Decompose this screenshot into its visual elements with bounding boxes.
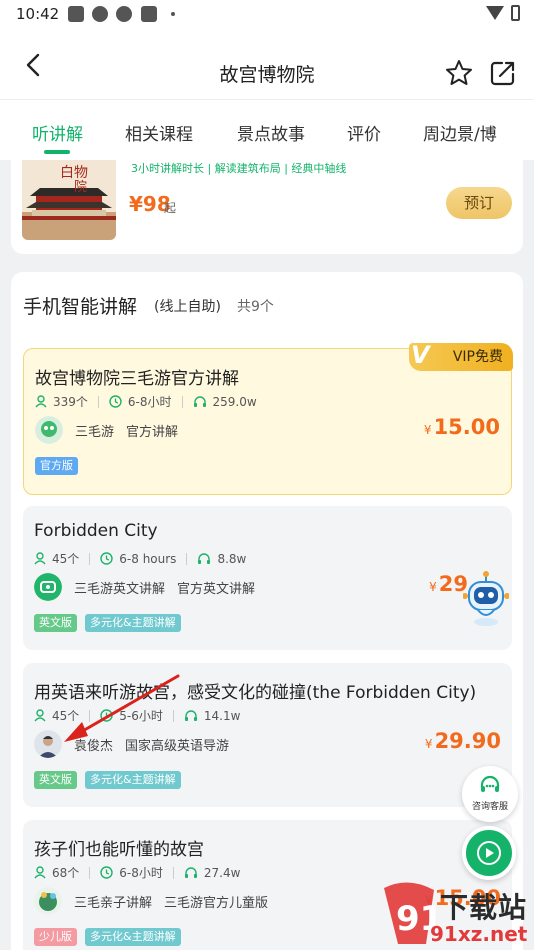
tab-related-courses[interactable]: 相关课程 [125, 120, 193, 145]
tab-nearby[interactable]: 周边景/博 [423, 120, 497, 145]
guide-item[interactable]: V VIP免费 故宫博物院三毛游官方讲解 339个 6-8小时 259.0w 三毛… [23, 341, 513, 495]
author-avatar [34, 573, 62, 601]
notification-icon [68, 6, 84, 22]
author-name: 三毛游 [75, 424, 115, 440]
author-name: 三毛亲子讲解 [74, 895, 153, 911]
user-icon [34, 709, 46, 722]
guide-badges: 官方版 [35, 457, 86, 475]
headphones-icon [198, 553, 211, 564]
image-caption: 院 [74, 180, 88, 195]
guide-badges: 英文版 多元化&主题讲解 [34, 614, 189, 632]
ticket-tagline: 3小时讲解时长 | 解读建筑布局 | 经典中轴线 [131, 162, 347, 175]
theme-badge: 多元化&主题讲解 [85, 928, 181, 946]
play-icon [477, 841, 501, 865]
guide-author: 三毛游英文讲解 官方英文讲解 [34, 572, 255, 602]
tab-bar: 听讲解 相关课程 景点故事 评价 周边景/博 [0, 100, 534, 160]
watermark-url: 91xz.net [430, 922, 528, 946]
customer-service-button[interactable]: 咨询客服 [462, 766, 518, 822]
guide-badges: 少儿版 多元化&主题讲解 [34, 928, 189, 946]
user-icon [35, 395, 47, 408]
audio-guide-section: 手机智能讲解 (线上自助) 共9个 V VIP免费 故宫博物院三毛游官方讲解 33… [11, 272, 523, 950]
customer-service-label: 咨询客服 [471, 802, 508, 812]
theme-badge: 多元化&主题讲解 [85, 614, 181, 632]
tab-reviews[interactable]: 评价 [347, 120, 381, 145]
headphones-icon [193, 396, 206, 407]
author-description: 官方英文讲解 [177, 581, 256, 597]
guide-meta: 68个 6-8小时 27.4w [34, 864, 240, 881]
section-title: 手机智能讲解 [23, 296, 138, 318]
edition-badge: 官方版 [35, 457, 78, 475]
edition-badge: 英文版 [34, 771, 77, 789]
guide-meta: 45个 6-8 hours 8.8w [34, 550, 246, 567]
annotation-arrow-icon [64, 674, 180, 742]
author-avatar [35, 416, 63, 444]
author-description: 官方讲解 [126, 424, 179, 440]
author-avatar [34, 730, 62, 758]
author-description: 三毛游官方儿童版 [164, 895, 269, 911]
guide-title: 孩子们也能听懂的故宫 [34, 840, 204, 860]
edition-badge: 少儿版 [34, 928, 77, 946]
tab-active-indicator [44, 150, 70, 154]
edition-badge: 英文版 [34, 614, 77, 632]
guide-price: ¥15.00 [423, 415, 500, 439]
headset-icon [480, 775, 500, 792]
clock-icon [109, 395, 122, 408]
ticket-card[interactable]: 白物 院 3小时讲解时长 | 解读建筑布局 | 经典中轴线 ¥98 起 预订 [11, 160, 523, 254]
section-subtitle: (线上自助) [154, 299, 221, 315]
battery-icon [511, 5, 520, 21]
share-icon[interactable] [488, 58, 518, 88]
robot-assistant-icon[interactable] [463, 570, 509, 628]
section-count: 共9个 [237, 299, 274, 315]
theme-badge: 多元化&主题讲解 [85, 771, 181, 789]
vip-v-icon: V [411, 341, 430, 369]
guide-title: 故宫博物院三毛游官方讲解 [35, 369, 239, 389]
guide-author: 三毛亲子讲解 三毛游官方儿童版 [34, 886, 268, 916]
guide-price: ¥29.90 [424, 729, 501, 753]
guide-author: 三毛游 官方讲解 [35, 415, 178, 445]
headphones-icon [184, 867, 197, 878]
palace-image: 白物 院 [22, 160, 116, 240]
guide-title: Forbidden City [34, 521, 158, 541]
app-header: 故宫博物院 [0, 30, 534, 100]
tab-listen-guide[interactable]: 听讲解 [32, 120, 83, 145]
favorite-star-icon[interactable] [444, 58, 474, 88]
guide-item[interactable]: Forbidden City 45个 6-8 hours 8.8w 三毛游英文讲… [23, 506, 512, 650]
wifi-icon [486, 6, 504, 20]
guide-badges: 英文版 多元化&主题讲解 [34, 771, 189, 789]
status-bar: 10:42 [0, 0, 534, 30]
status-time: 10:42 [16, 5, 60, 23]
watermark-brand: 下载站 [440, 891, 528, 924]
vip-free-badge: V VIP免费 [409, 341, 513, 371]
app-icon [92, 6, 108, 22]
clock-icon [100, 552, 113, 565]
ticket-price-suffix: 起 [164, 201, 177, 215]
author-name: 三毛游英文讲解 [74, 581, 166, 597]
audio-player-button[interactable] [462, 826, 516, 880]
author-avatar [34, 887, 62, 915]
book-button[interactable]: 预订 [446, 187, 512, 219]
user-icon [34, 866, 46, 879]
app-icon [141, 6, 157, 22]
clock-icon [100, 866, 113, 879]
tab-attraction-stories[interactable]: 景点故事 [237, 120, 305, 145]
more-notifications-icon [171, 12, 175, 16]
guide-meta: 339个 6-8小时 259.0w [35, 393, 257, 410]
app-icon [116, 6, 132, 22]
user-icon [34, 552, 46, 565]
